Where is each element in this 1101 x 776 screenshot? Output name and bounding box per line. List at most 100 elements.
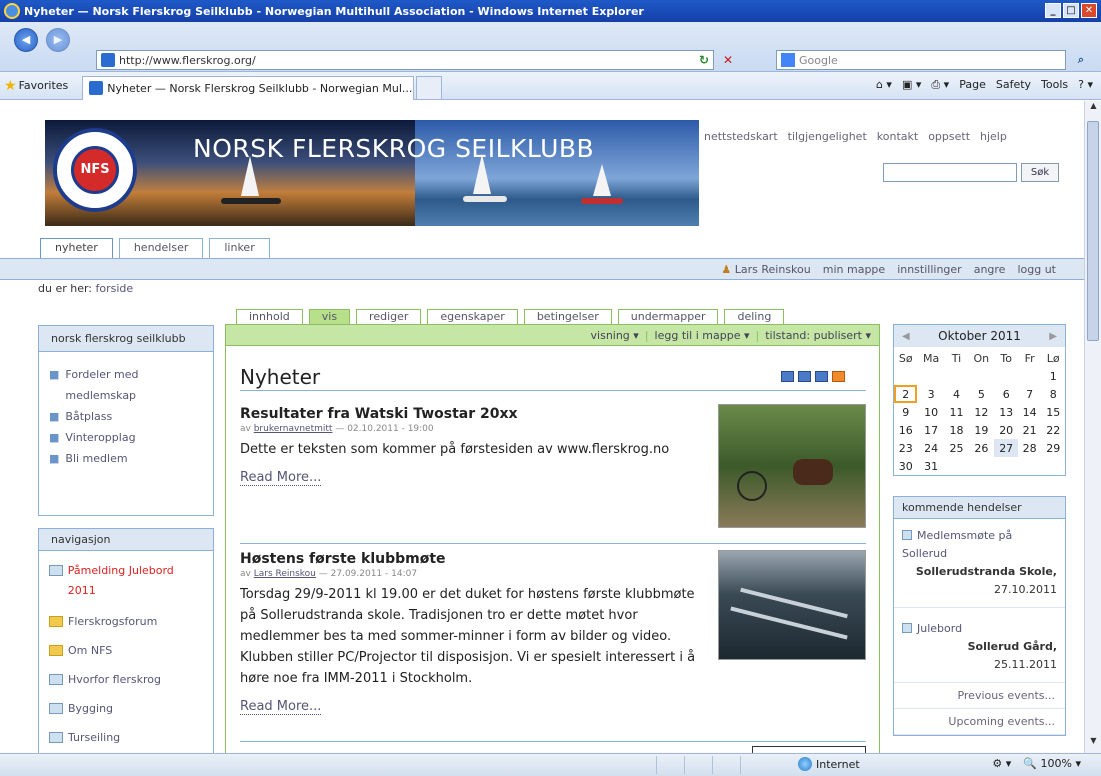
favorites-star-icon[interactable]: ★ (4, 78, 17, 94)
calendar-next-icon[interactable]: ▶ (1049, 331, 1057, 342)
site-action-link[interactable]: hjelp (980, 130, 1007, 143)
sendto-icon[interactable] (781, 371, 794, 382)
calendar-day[interactable]: 2 (894, 385, 918, 403)
calendar-day[interactable]: 3 (917, 385, 944, 403)
calendar-day[interactable]: 17 (917, 421, 944, 439)
calendar-day[interactable]: 7 (1018, 385, 1041, 403)
club-link[interactable]: ■ Vinteropplag (49, 427, 203, 448)
calendar-day[interactable]: 9 (894, 403, 917, 421)
previous-events-link[interactable]: Previous events... (894, 683, 1065, 709)
state-menu[interactable]: tilstand: publisert ▾ (765, 329, 871, 342)
tab-deling[interactable]: deling (724, 309, 785, 325)
club-link[interactable]: ■ Bli medlem (49, 448, 203, 469)
protected-mode-icon[interactable]: ⚙ ▾ (992, 757, 1011, 770)
calendar-day[interactable]: 1 (1041, 367, 1065, 385)
nav-item-julebord[interactable]: Påmelding Julebord 2011 (49, 555, 203, 607)
stop-button[interactable]: ✕ (718, 50, 738, 70)
undo-link[interactable]: angre (974, 263, 1006, 276)
vertical-scrollbar[interactable]: ▲ ▼ (1084, 101, 1101, 753)
logout-link[interactable]: logg ut (1017, 263, 1056, 276)
calendar-day[interactable]: 25 (945, 439, 968, 457)
fullscreen-icon[interactable] (798, 371, 811, 382)
calendar-day[interactable]: 30 (894, 457, 917, 475)
club-link[interactable]: ■ Fordeler med medlemskap (49, 364, 203, 406)
nav-item-om-nfs[interactable]: Om NFS (49, 636, 203, 665)
print-icon[interactable] (815, 371, 828, 382)
nav-item-hvorfor[interactable]: Hvorfor flerskrog (49, 665, 203, 694)
calendar-day[interactable]: 21 (1018, 421, 1041, 439)
event-title[interactable]: Medlemsmøte på Sollerud (902, 529, 1012, 560)
calendar-day[interactable]: 4 (945, 385, 968, 403)
maximize-button[interactable]: □ (1063, 3, 1079, 18)
news-title[interactable]: Resultater fra Watski Twostar 20xx (240, 406, 710, 422)
calendar-day[interactable]: 24 (917, 439, 944, 457)
address-bar[interactable]: http://www.flerskrog.org/ (96, 50, 714, 70)
calendar-day[interactable]: 29 (1041, 439, 1065, 457)
preferences-link[interactable]: innstillinger (897, 263, 962, 276)
nav-item-forum[interactable]: Flerskrogsforum (49, 607, 203, 636)
user-link[interactable]: ♟ Lars Reinskou (721, 263, 810, 276)
site-action-link[interactable]: oppsett (928, 130, 970, 143)
upcoming-events-link[interactable]: Upcoming events... (894, 709, 1065, 735)
safety-menu[interactable]: Safety (996, 78, 1031, 92)
club-link[interactable]: ■ Båtplass (49, 406, 203, 427)
nav-item-bygging[interactable]: Bygging (49, 694, 203, 723)
tab-hendelser[interactable]: hendelser (118, 238, 204, 258)
calendar-day[interactable]: 12 (968, 403, 994, 421)
event-title[interactable]: Julebord (917, 622, 962, 635)
rss-icon[interactable] (832, 371, 845, 382)
zoom-level[interactable]: 🔍 100% ▾ (1023, 757, 1081, 770)
calendar-day[interactable]: 26 (968, 439, 994, 457)
my-folder-link[interactable]: min mappe (823, 263, 885, 276)
feeds-icon[interactable]: ▣ ▾ (902, 78, 921, 92)
print-icon[interactable]: ⎙ ▾ (931, 78, 949, 92)
tab-vis[interactable]: vis (308, 309, 351, 325)
tab-betingelser[interactable]: betingelser (523, 309, 612, 325)
tab-linker[interactable]: linker (209, 238, 270, 258)
favorites-button[interactable]: Favorites (19, 79, 69, 92)
back-button[interactable]: ◀ (14, 28, 38, 52)
breadcrumb-home-link[interactable]: forside (96, 282, 134, 295)
forward-button[interactable]: ▶ (46, 28, 70, 52)
tab-rediger[interactable]: rediger (356, 309, 422, 325)
display-menu[interactable]: visning ▾ (591, 329, 639, 342)
news-photo-horse-carriage[interactable] (718, 404, 866, 528)
site-search-button[interactable]: Søk (1021, 163, 1059, 182)
calendar-prev-icon[interactable]: ◀ (902, 331, 910, 342)
tab-innhold[interactable]: innhold (236, 309, 303, 325)
calendar-day[interactable]: 13 (994, 403, 1017, 421)
calendar-day[interactable]: 28 (1018, 439, 1041, 457)
calendar-day[interactable]: 18 (945, 421, 968, 439)
new-tab-button[interactable] (416, 75, 443, 100)
tab-nyheter[interactable]: nyheter (40, 238, 113, 258)
scroll-down-icon[interactable]: ▼ (1085, 736, 1101, 753)
calendar-day[interactable]: 16 (894, 421, 917, 439)
calendar-day[interactable]: 23 (894, 439, 917, 457)
calendar-day[interactable]: 27 (994, 439, 1018, 457)
page-menu[interactable]: Page (959, 78, 986, 92)
calendar-day[interactable]: 11 (945, 403, 968, 421)
calendar-day[interactable]: 15 (1041, 403, 1065, 421)
browser-search-box[interactable]: Google (776, 50, 1066, 70)
author-link[interactable]: brukernavnetmitt (254, 424, 333, 434)
help-icon[interactable]: ? ▾ (1078, 78, 1093, 92)
calendar-day[interactable]: 5 (968, 385, 994, 403)
search-icon[interactable]: ⌕ (1068, 50, 1094, 70)
nfs-logo[interactable]: NFS (53, 128, 137, 212)
calendar-day[interactable]: 10 (917, 403, 944, 421)
tab-egenskaper[interactable]: egenskaper (427, 309, 518, 325)
site-action-link[interactable]: tilgjengelighet (788, 130, 867, 143)
calendar-day[interactable]: 8 (1041, 385, 1065, 403)
site-action-link[interactable]: kontakt (877, 130, 918, 143)
refresh-button[interactable]: ↻ (694, 50, 714, 70)
author-link[interactable]: Lars Reinskou (254, 569, 316, 579)
calendar-day[interactable]: 22 (1041, 421, 1065, 439)
scroll-thumb[interactable] (1087, 121, 1099, 341)
calendar-day[interactable]: 6 (994, 385, 1017, 403)
nav-item-turseiling[interactable]: Turseiling (49, 723, 203, 752)
calendar-day[interactable]: 19 (968, 421, 994, 439)
add-to-folder-menu[interactable]: legg til i mappe ▾ (655, 329, 750, 342)
tools-menu[interactable]: Tools (1041, 78, 1068, 92)
news-photo-marina[interactable] (718, 550, 866, 660)
browser-tab[interactable]: Nyheter — Norsk Flerskrog Seilklubb - No… (82, 75, 415, 100)
